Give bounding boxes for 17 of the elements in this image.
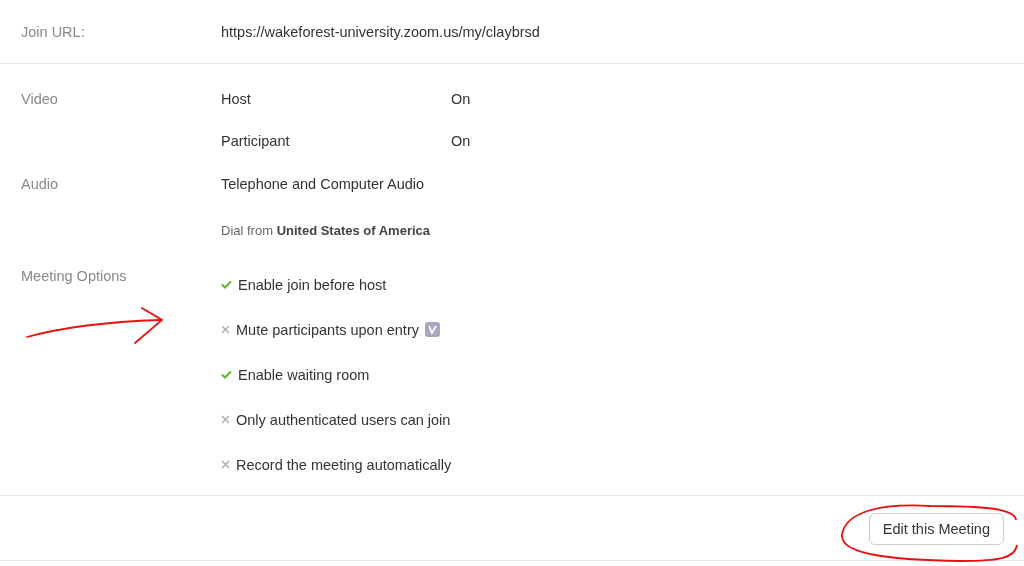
dial-note: Dial from United States of America: [221, 222, 432, 238]
field-label: Meeting Options: [21, 267, 128, 284]
field-label: Audio: [21, 176, 60, 192]
setting-name: Host: [221, 91, 252, 107]
option-label: Enable join before host: [238, 276, 387, 293]
setting-value: On: [451, 91, 472, 107]
setting-value: On: [451, 133, 472, 149]
setting-name: Participant: [221, 133, 291, 149]
option-label: Mute participants upon entry: [236, 321, 419, 338]
option-label: Record the meeting automatically: [236, 456, 452, 473]
join-url-value: https://wakeforest-university.zoom.us/my/claybrsd: [221, 23, 541, 40]
option-label: Enable waiting room: [238, 366, 370, 383]
field-label: Video: [21, 91, 59, 107]
option-label: Only authenticated users can join: [236, 411, 451, 428]
field-label: Join URL:: [21, 23, 86, 40]
setting-value: Telephone and Computer Audio: [221, 176, 426, 192]
edit-meeting-button[interactable]: Edit this Meeting: [868, 513, 1004, 545]
